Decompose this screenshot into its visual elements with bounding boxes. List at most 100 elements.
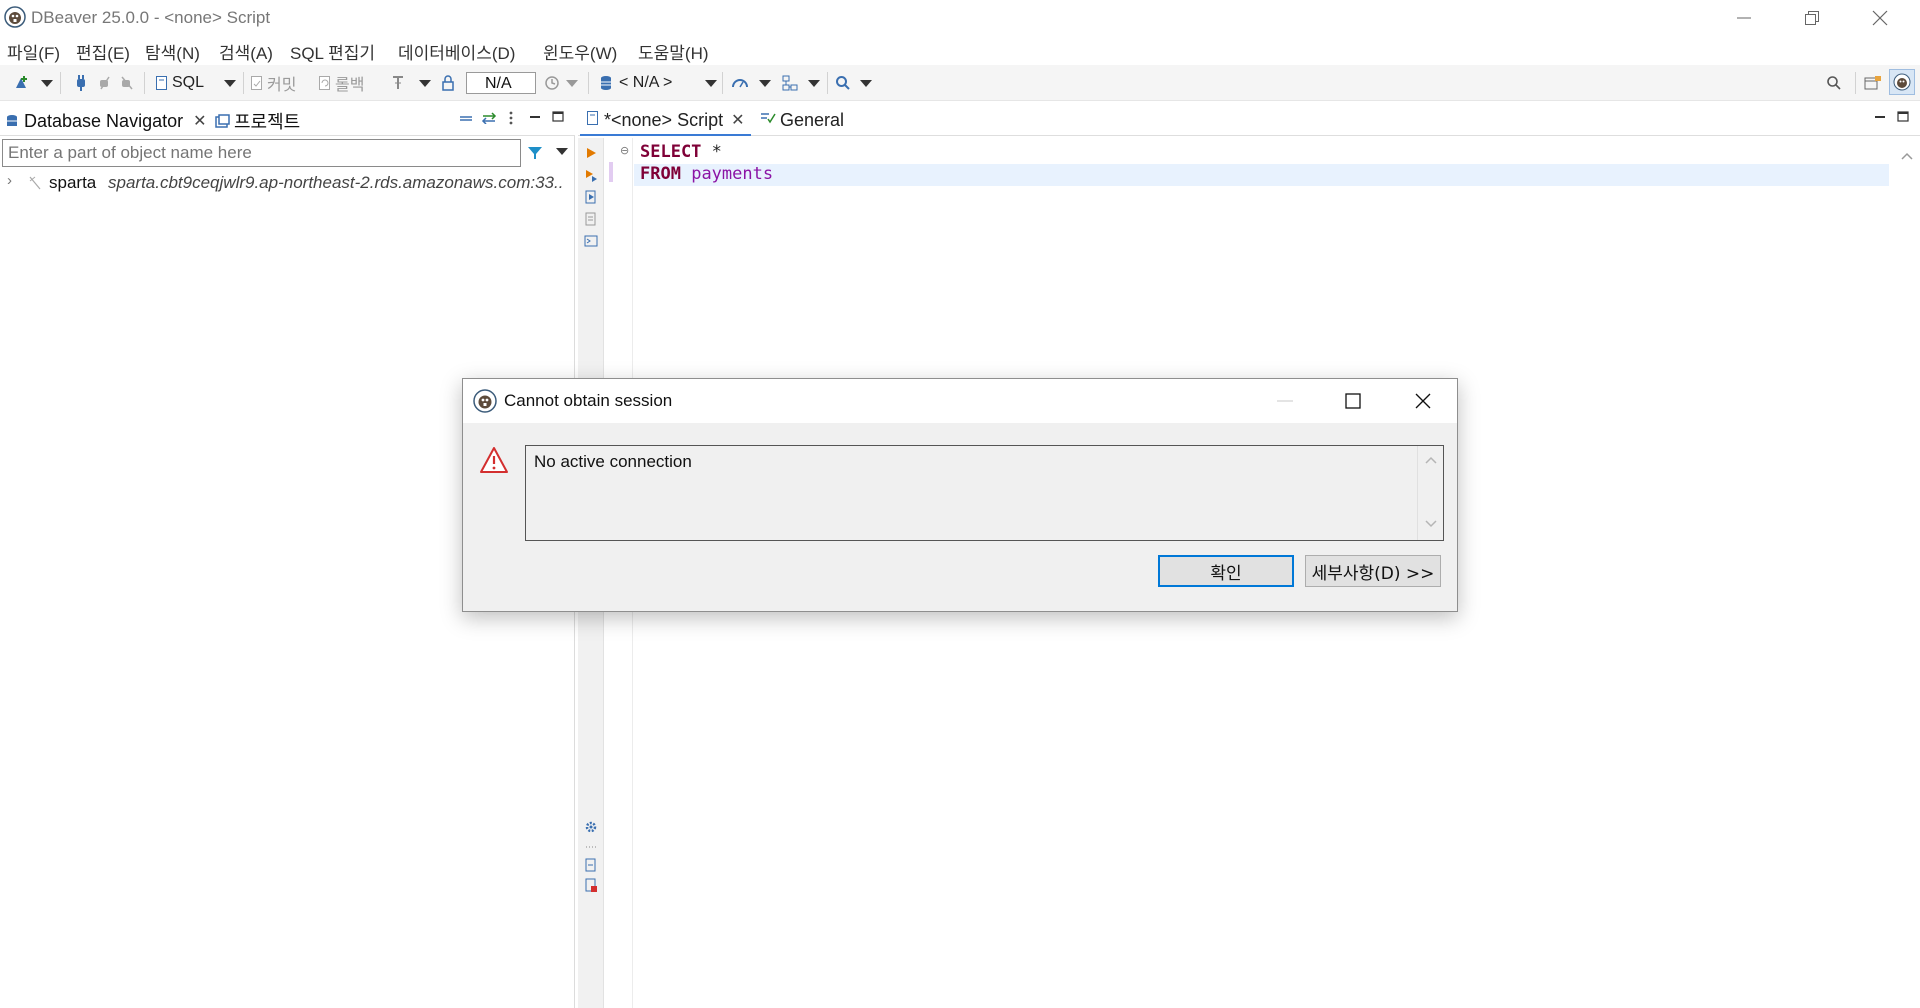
collapse-all-button[interactable] [459,107,473,129]
tab-projects[interactable]: 프로젝트 [215,110,300,132]
scroll-up-icon[interactable] [1901,152,1913,160]
reconnect-button[interactable] [119,73,135,93]
menu-edit[interactable]: 편집(E) [76,39,130,64]
ok-button[interactable]: 확인 [1158,555,1294,587]
error-dialog: Cannot obtain session No active connecti… [462,378,1458,612]
view-menu-button[interactable] [508,107,514,129]
message-scrollbar[interactable] [1417,446,1443,540]
maximize-editor-button[interactable] [1897,106,1909,128]
plug-icon [77,75,85,91]
code-line-2: FROM payments [634,164,1889,186]
transaction-mode-icon [393,76,403,89]
tab-sql-script[interactable]: *<none> Script ✕ [580,104,751,136]
filter-icon [528,147,542,159]
find-dropdown-icon[interactable] [860,80,872,87]
tab-label: 프로젝트 [234,112,301,132]
scroll-up-icon[interactable] [1425,456,1437,464]
toolbar-separator [722,72,723,94]
explain-plan-icon[interactable] [584,212,598,226]
dialog-close-button[interactable] [1389,379,1457,423]
sql-keyword: SELECT [640,142,702,162]
transaction-mode-dropdown-icon[interactable] [419,80,431,87]
commit-button[interactable]: 커밋 [250,73,297,94]
close-button[interactable] [1846,0,1914,36]
filter-dropdown-icon[interactable] [556,148,568,155]
transaction-log-dropdown-icon[interactable] [566,80,578,87]
editor-scrollbar[interactable] [1894,138,1920,1008]
toolbar-separator [243,72,244,94]
minimize-icon [1875,116,1885,118]
minimize-editor-button[interactable] [1874,106,1886,128]
fold-toggle-icon[interactable]: ⊖ [620,144,629,157]
details-button[interactable]: 세부사항(D) >> [1305,555,1441,587]
lock-button[interactable] [441,73,455,93]
toolbar-separator [588,72,589,94]
erd-dropdown-icon[interactable] [808,80,820,87]
active-datasource-dropdown-icon[interactable] [705,80,717,87]
projects-icon [215,113,230,128]
maximize-panel-button[interactable] [552,106,564,128]
expand-chevron-icon[interactable]: › [7,172,12,189]
menu-search[interactable]: 검색(A) [219,39,273,64]
menu-database[interactable]: 데이터베이스(D) [398,39,515,64]
tab-label: *<none> Script [604,110,724,130]
rollback-icon [319,76,330,90]
menu-file[interactable]: 파일(F) [7,39,60,64]
navigator-filter-input[interactable] [2,139,521,167]
transaction-mode-button[interactable] [390,73,406,93]
reconnect-icon [121,76,133,90]
transaction-log-button[interactable] [544,73,560,93]
scroll-down-icon[interactable] [1425,520,1437,528]
find-button[interactable] [835,73,851,93]
maximize-icon [1897,111,1909,122]
gear-icon[interactable] [584,820,598,834]
menu-window[interactable]: 윈도우(W) [543,39,617,64]
toolbar-separator [827,72,828,94]
dashboard-dropdown-icon[interactable] [759,80,771,87]
dialog-maximize-button[interactable] [1319,379,1387,423]
minimize-panel-button[interactable] [529,106,541,128]
commit-label: 커밋 [267,77,297,94]
connection-icon [29,176,41,190]
tab-general[interactable]: General [760,110,844,131]
execute-statement-icon[interactable] [584,146,598,160]
dashboard-button[interactable] [731,73,749,93]
new-connection-button[interactable] [12,73,30,93]
menu-help[interactable]: 도움말(H) [638,39,709,64]
close-tab-icon[interactable]: ✕ [193,111,206,131]
save-script-icon[interactable] [584,878,598,892]
dbeaver-logo-icon [473,389,497,413]
transaction-counter-field[interactable]: N/A [466,72,536,94]
tab-database-navigator[interactable]: Database Navigator ✕ [5,110,207,132]
main-toolbar: SQL 커밋 롤백 N/A < N/A > [0,65,1920,101]
global-search-button[interactable] [1826,73,1842,93]
sql-editor-dropdown-icon[interactable] [224,80,236,87]
link-with-editor-button[interactable] [481,107,497,129]
open-perspective-button[interactable] [1864,73,1882,93]
export-script-icon[interactable] [584,858,598,872]
menu-sql-editor[interactable]: SQL 편집기 [290,39,375,64]
dbeaver-perspective-button[interactable] [1889,69,1915,95]
menu-navigate[interactable]: 탐색(N) [145,39,200,64]
connect-button[interactable] [74,73,88,93]
disconnect-button[interactable] [97,73,113,93]
tab-label: General [780,110,845,130]
tree-item-connection[interactable]: › sparta sparta.cbt9ceqjwlr9.ap-northeas… [0,171,575,195]
restore-button[interactable] [1778,0,1846,36]
active-datasource-selector[interactable]: < N/A > [599,73,672,93]
error-message-box[interactable]: No active connection [525,445,1444,541]
open-console-icon[interactable] [584,234,598,248]
close-tab-icon[interactable]: ✕ [731,110,744,134]
general-icon [761,113,776,124]
rollback-button[interactable]: 롤백 [318,73,364,94]
execute-new-tab-icon[interactable] [584,190,598,204]
minimize-button[interactable] [1710,0,1778,36]
toolbar-separator [60,72,61,94]
dialog-minimize-button[interactable] [1251,379,1319,423]
filter-settings-button[interactable] [527,142,543,164]
new-connection-dropdown-icon[interactable] [41,80,53,87]
editor-tab-bar: *<none> Script ✕ General [578,102,1920,136]
erd-button[interactable] [782,73,798,93]
sql-editor-button[interactable]: SQL [155,73,204,93]
execute-script-icon[interactable] [584,168,598,182]
